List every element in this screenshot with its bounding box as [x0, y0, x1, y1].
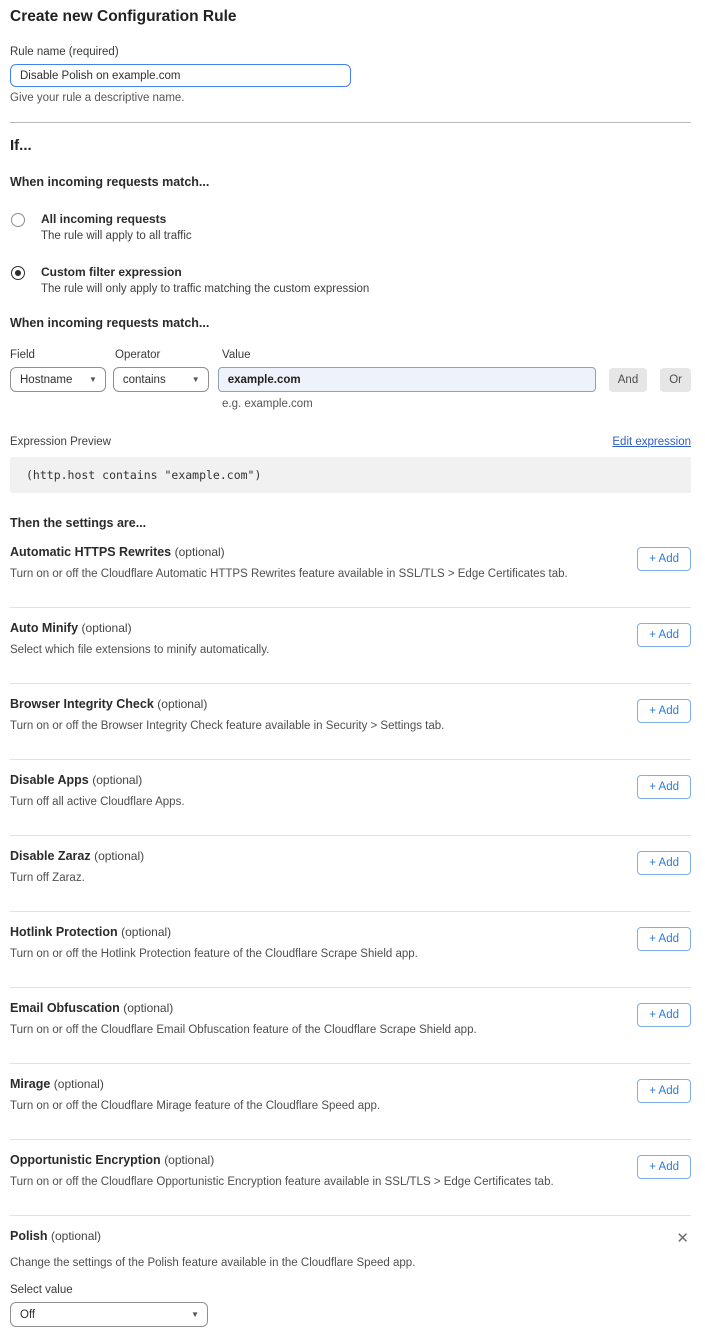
add-setting-button[interactable]: + Add	[637, 547, 691, 571]
setting-name: Polish	[10, 1229, 48, 1243]
add-setting-button[interactable]: + Add	[637, 1155, 691, 1179]
setting-description: Turn on or off the Browser Integrity Che…	[10, 720, 444, 732]
expression-preview-label: Expression Preview	[10, 436, 111, 448]
field-select-value: Hostname	[20, 374, 72, 386]
setting-description: Turn off all active Cloudflare Apps.	[10, 796, 185, 808]
chevron-down-icon: ▼	[192, 375, 200, 384]
setting-optional-tag: (optional)	[175, 545, 225, 559]
or-button[interactable]: Or	[660, 368, 691, 392]
setting-optional-tag: (optional)	[51, 1229, 101, 1243]
setting-name: Mirage	[10, 1077, 50, 1091]
setting-optional-tag: (optional)	[157, 697, 207, 711]
field-label: Field	[10, 349, 115, 361]
radio-custom-expression[interactable]	[11, 266, 25, 280]
setting-name: Opportunistic Encryption	[10, 1153, 161, 1167]
setting-row: Browser Integrity Check (optional) Turn …	[10, 684, 691, 759]
setting-row: Auto Minify (optional) Select which file…	[10, 608, 691, 683]
radio-custom-expression-description: The rule will only apply to traffic matc…	[41, 283, 369, 295]
setting-optional-tag: (optional)	[164, 1153, 214, 1167]
setting-optional-tag: (optional)	[82, 621, 132, 635]
rule-name-helper: Give your rule a descriptive name.	[10, 92, 691, 104]
setting-description: Turn on or off the Cloudflare Automatic …	[10, 568, 568, 580]
add-setting-button[interactable]: + Add	[637, 1003, 691, 1027]
setting-name: Disable Apps	[10, 773, 89, 787]
setting-row: Disable Zaraz (optional) Turn off Zaraz.…	[10, 836, 691, 911]
setting-description: Turn on or off the Cloudflare Opportunis…	[10, 1176, 554, 1188]
expression-preview-box: (http.host contains "example.com")	[10, 457, 691, 493]
setting-name: Hotlink Protection	[10, 925, 118, 939]
setting-row: Mirage (optional) Turn on or off the Clo…	[10, 1064, 691, 1139]
value-helper: e.g. example.com	[222, 398, 691, 410]
setting-description: Change the settings of the Polish featur…	[10, 1257, 691, 1269]
setting-row: Disable Apps (optional) Turn off all act…	[10, 760, 691, 835]
select-value-label: Select value	[10, 1284, 691, 1296]
setting-optional-tag: (optional)	[54, 1077, 104, 1091]
builder-labels: Field Operator Value	[10, 349, 691, 361]
radio-option-custom-expression[interactable]: Custom filter expression The rule will o…	[10, 265, 691, 295]
setting-optional-tag: (optional)	[94, 849, 144, 863]
polish-select-value: Off	[20, 1309, 35, 1321]
add-setting-button[interactable]: + Add	[637, 927, 691, 951]
add-setting-button[interactable]: + Add	[637, 851, 691, 875]
section-divider	[10, 122, 691, 123]
setting-description: Turn on or off the Hotlink Protection fe…	[10, 948, 418, 960]
value-label: Value	[222, 349, 251, 361]
match-heading: When incoming requests match...	[10, 175, 691, 189]
rule-name-label: Rule name (required)	[10, 46, 691, 58]
page-title: Create new Configuration Rule	[10, 8, 691, 26]
chevron-down-icon: ▼	[191, 1310, 199, 1319]
then-heading: Then the settings are...	[10, 516, 691, 530]
settings-list: Automatic HTTPS Rewrites (optional) Turn…	[10, 532, 691, 1216]
setting-row: Hotlink Protection (optional) Turn on or…	[10, 912, 691, 987]
setting-name: Disable Zaraz	[10, 849, 91, 863]
add-setting-button[interactable]: + Add	[637, 623, 691, 647]
setting-name: Email Obfuscation	[10, 1001, 120, 1015]
add-setting-button[interactable]: + Add	[637, 699, 691, 723]
operator-select[interactable]: contains ▼	[113, 367, 209, 392]
expression-builder-row: Hostname ▼ contains ▼ And Or	[10, 367, 691, 392]
field-select[interactable]: Hostname ▼	[10, 367, 106, 392]
setting-row: Opportunistic Encryption (optional) Turn…	[10, 1140, 691, 1215]
if-heading: If...	[10, 137, 691, 154]
radio-option-all-requests[interactable]: All incoming requests The rule will appl…	[10, 212, 691, 242]
setting-description: Turn off Zaraz.	[10, 872, 144, 884]
and-button[interactable]: And	[609, 368, 647, 392]
operator-label: Operator	[115, 349, 222, 361]
setting-name: Browser Integrity Check	[10, 697, 154, 711]
setting-optional-tag: (optional)	[121, 925, 171, 939]
add-setting-button[interactable]: + Add	[637, 775, 691, 799]
setting-optional-tag: (optional)	[123, 1001, 173, 1015]
close-icon[interactable]: ✕	[672, 1229, 693, 1248]
edit-expression-link[interactable]: Edit expression	[612, 436, 691, 448]
builder-heading: When incoming requests match...	[10, 316, 691, 330]
setting-optional-tag: (optional)	[92, 773, 142, 787]
polish-value-select[interactable]: Off ▼	[10, 1302, 208, 1327]
radio-all-requests-label: All incoming requests	[41, 212, 192, 226]
setting-row: Email Obfuscation (optional) Turn on or …	[10, 988, 691, 1063]
setting-description: Select which file extensions to minify a…	[10, 644, 269, 656]
setting-name: Auto Minify	[10, 621, 78, 635]
operator-select-value: contains	[123, 374, 166, 386]
add-setting-button[interactable]: + Add	[637, 1079, 691, 1103]
setting-description: Turn on or off the Cloudflare Mirage fea…	[10, 1100, 380, 1112]
radio-all-requests-description: The rule will apply to all traffic	[41, 230, 192, 242]
create-configuration-rule-page: Create new Configuration Rule Rule name …	[0, 0, 705, 1337]
setting-description: Turn on or off the Cloudflare Email Obfu…	[10, 1024, 477, 1036]
chevron-down-icon: ▼	[89, 375, 97, 384]
radio-all-requests[interactable]	[11, 213, 25, 227]
setting-name: Automatic HTTPS Rewrites	[10, 545, 171, 559]
setting-row: Automatic HTTPS Rewrites (optional) Turn…	[10, 532, 691, 607]
radio-custom-expression-label: Custom filter expression	[41, 265, 369, 279]
value-input[interactable]	[218, 367, 596, 392]
rule-name-input[interactable]	[10, 64, 351, 87]
